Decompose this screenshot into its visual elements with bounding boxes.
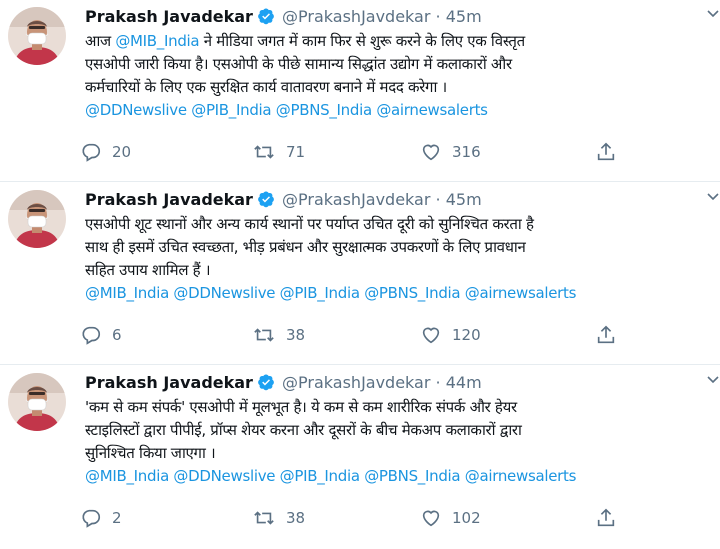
tweet-timestamp[interactable]: 45m [446,7,482,26]
tweet-text-line: 'कम से कम संपर्क' एसओपी में मूलभूत है। य… [85,398,517,416]
author-name[interactable]: Prakash Javadekar [85,373,253,392]
like-button[interactable]: 120 [420,323,481,347]
tweet-actions: 2 38 102 [80,506,640,530]
avatar[interactable] [8,7,66,65]
tweet-text-line: सहित उपाय शामिल हैं । [85,261,211,279]
mention-links[interactable]: @DDNewslive @PIB_India @PBNS_India @airn… [85,99,715,122]
like-icon [422,144,440,161]
share-icon [597,508,615,527]
avatar-photo [8,373,66,431]
tweet[interactable]: Prakash Javadekar @PrakashJavdekar · 45m… [0,0,720,182]
share-button[interactable] [595,506,617,530]
tweet[interactable]: Prakash Javadekar @PrakashJavdekar · 45m… [0,183,720,365]
like-button[interactable]: 316 [420,140,481,164]
like-button[interactable]: 102 [420,506,481,530]
share-icon [597,325,615,344]
separator-dot: · [435,373,441,392]
tweet-text-line: एसओपी शूट स्थानों और अन्य कार्य स्थानों … [85,215,534,233]
reply-icon [82,143,101,162]
tweet-text-line: एसओपी जारी किया है। एसओपी के पीछे सामान्… [85,55,512,73]
text-segment: ने मीडिया जगत में काम फिर से शुरू करने क… [199,32,525,50]
reply-button[interactable]: 2 [80,506,122,530]
mention-links[interactable]: @MIB_India @DDNewslive @PIB_India @PBNS_… [85,282,715,305]
retweet-count: 38 [286,326,306,344]
tweet-text: 'कम से कम संपर्क' एसओपी में मूलभूत है। य… [85,396,715,488]
separator-dot: · [435,190,441,209]
avatar-photo [8,190,66,248]
tweet-header: Prakash Javadekar @PrakashJavdekar · 45m [85,6,482,28]
mention-link[interactable]: @MIB_India [115,32,199,50]
retweet-count: 38 [286,509,306,527]
author-handle[interactable]: @PrakashJavdekar [282,190,430,209]
share-icon [597,142,615,161]
reply-icon [82,326,101,345]
avatar[interactable] [8,373,66,431]
author-name[interactable]: Prakash Javadekar [85,190,253,209]
verified-badge-icon [257,190,275,214]
tweet-actions: 6 38 120 [80,323,640,347]
reply-count: 20 [112,143,132,161]
retweet-button[interactable]: 38 [252,506,305,530]
like-count: 316 [452,143,481,161]
tweet-text: एसओपी शूट स्थानों और अन्य कार्य स्थानों … [85,213,715,305]
avatar-photo [8,7,66,65]
tweet-text-line: सुनिश्चित किया जाएगा । [85,444,216,462]
author-handle[interactable]: @PrakashJavdekar [282,7,430,26]
tweet-text-line: आज @MIB_India ने मीडिया जगत में काम फिर … [85,30,715,53]
retweet-icon [254,511,274,525]
verified-badge-icon [257,373,275,397]
reply-button[interactable]: 6 [80,323,122,347]
tweet-actions: 20 71 316 [80,140,640,164]
tweet-text-line: स्टाइलिस्टों द्वारा पीपीई, प्रॉप्स शेयर … [85,421,522,439]
more-options-caret-icon[interactable] [706,6,720,20]
more-options-caret-icon[interactable] [706,189,720,203]
share-button[interactable] [595,140,617,164]
more-options-caret-icon[interactable] [706,372,720,386]
retweet-button[interactable]: 38 [252,323,305,347]
author-handle[interactable]: @PrakashJavdekar [282,373,430,392]
share-button[interactable] [595,323,617,347]
text-segment: आज [85,32,116,50]
avatar[interactable] [8,190,66,248]
tweet-timestamp[interactable]: 44m [446,373,482,392]
reply-count: 2 [112,509,122,527]
reply-count: 6 [112,326,122,344]
tweet[interactable]: Prakash Javadekar @PrakashJavdekar · 44m… [0,366,720,549]
tweet-text-line: साथ ही इसमें उचित स्वच्छता, भीड़ प्रबंधन… [85,238,526,256]
reply-button[interactable]: 20 [80,140,131,164]
like-icon [422,510,440,527]
like-icon [422,327,440,344]
retweet-icon [254,145,274,159]
retweet-icon [254,328,274,342]
tweet-timestamp[interactable]: 45m [446,190,482,209]
like-count: 120 [452,326,481,344]
author-name[interactable]: Prakash Javadekar [85,7,253,26]
separator-dot: · [435,7,441,26]
verified-badge-icon [257,7,275,31]
retweet-count: 71 [286,143,306,161]
tweet-header: Prakash Javadekar @PrakashJavdekar · 44m [85,372,482,394]
mention-links[interactable]: @MIB_India @DDNewslive @PIB_India @PBNS_… [85,465,715,488]
reply-icon [82,509,101,528]
like-count: 102 [452,509,481,527]
tweet-header: Prakash Javadekar @PrakashJavdekar · 45m [85,189,482,211]
tweet-text-line: कर्मचारियों के लिए एक सुरक्षित कार्य वात… [85,78,447,96]
retweet-button[interactable]: 71 [252,140,305,164]
tweet-text: आज @MIB_India ने मीडिया जगत में काम फिर … [85,30,715,122]
